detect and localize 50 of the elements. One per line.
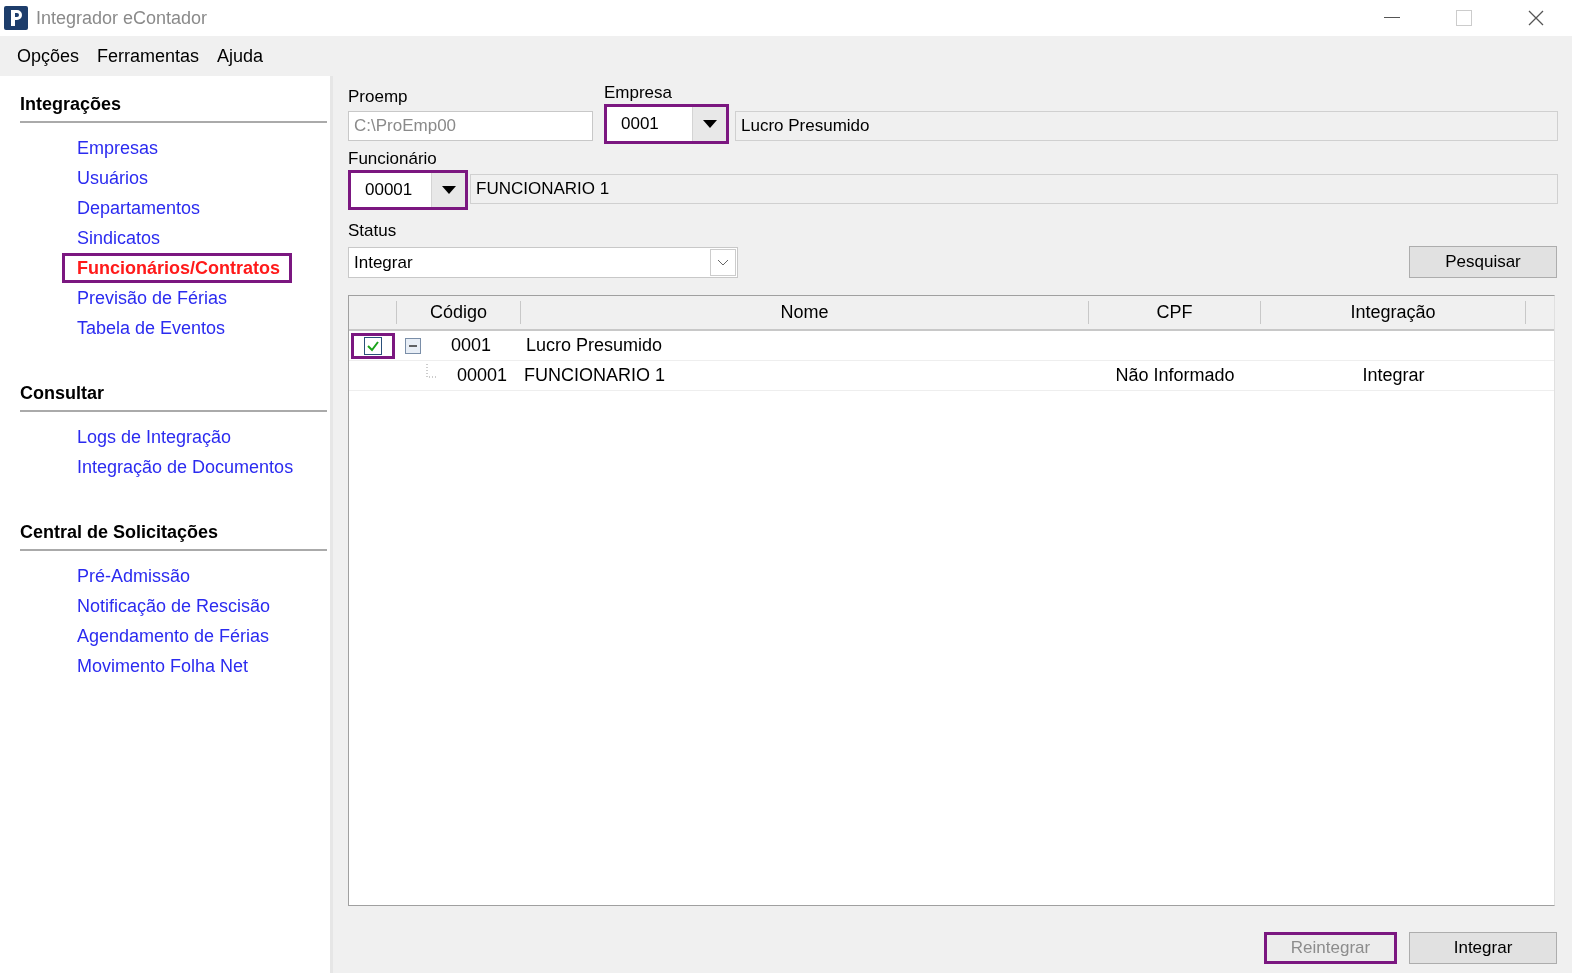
column-header[interactable]: Código xyxy=(397,301,521,324)
sidebar-link[interactable]: Notificação de Rescisão xyxy=(62,591,283,621)
section-heading: Integrações xyxy=(20,94,327,123)
tree-connector-icon xyxy=(426,363,438,378)
section-heading: Consultar xyxy=(20,383,327,412)
sidebar-link[interactable]: Departamentos xyxy=(62,193,213,223)
code-dropdown[interactable]: 0001 xyxy=(604,104,729,144)
sidebar-link[interactable]: Funcionários/Contratos xyxy=(62,253,292,283)
close-icon[interactable] xyxy=(1528,10,1544,26)
column-header[interactable]: Nome xyxy=(521,301,1089,324)
sidebar-link[interactable]: Pré-Admissão xyxy=(62,561,203,591)
sidebar-link[interactable]: Logs de Integração xyxy=(62,422,244,452)
chevron-down-icon xyxy=(717,259,729,266)
field-label: Funcionário xyxy=(348,148,437,170)
collapse-icon[interactable] xyxy=(405,337,421,354)
row-checkbox[interactable] xyxy=(364,336,382,355)
menu-item[interactable]: Opções xyxy=(8,45,89,67)
field-label: Status xyxy=(348,220,398,242)
company-name-field: Lucro Presumido xyxy=(735,111,1558,141)
sidebar-link[interactable]: Empresas xyxy=(62,133,171,163)
window-title: Integrador eContador xyxy=(36,7,209,29)
column-header[interactable]: Integração xyxy=(1261,301,1526,324)
table-cell: 0001 xyxy=(451,335,492,356)
table-cell: Não Informado xyxy=(1115,365,1235,386)
table-cell: FUNCIONARIO 1 xyxy=(524,365,665,386)
column-header[interactable]: CPF xyxy=(1089,301,1261,324)
field-label: Proemp xyxy=(348,86,409,108)
employee-name-field: FUNCIONARIO 1 xyxy=(470,174,1558,204)
caret-icon xyxy=(441,186,456,194)
sidebar-link[interactable]: Previsão de Férias xyxy=(62,283,240,313)
table-cell: Integrar xyxy=(1362,365,1425,386)
sidebar-link[interactable]: Sindicatos xyxy=(62,223,173,253)
sidebar-link[interactable]: Agendamento de Férias xyxy=(62,621,282,651)
search-button[interactable]: Pesquisar xyxy=(1409,246,1557,278)
section-heading: Central de Solicitações xyxy=(20,522,327,551)
menu-item[interactable]: Ferramentas xyxy=(88,45,209,67)
field-label: Empresa xyxy=(604,82,674,104)
sidebar-link[interactable]: Movimento Folha Net xyxy=(62,651,261,681)
caret-icon xyxy=(702,120,717,128)
app-logo-icon xyxy=(4,6,28,30)
sidebar-link[interactable]: Tabela de Eventos xyxy=(62,313,238,343)
table-cell: Lucro Presumido xyxy=(526,335,663,356)
minimize-icon[interactable] xyxy=(1384,17,1400,19)
sidebar-link[interactable]: Usuários xyxy=(62,163,161,193)
code-dropdown[interactable]: 00001 xyxy=(348,170,468,210)
action-button[interactable]: Integrar xyxy=(1409,932,1557,964)
sidebar-link[interactable]: Integração de Documentos xyxy=(62,452,306,482)
status-dropdown[interactable]: Integrar xyxy=(348,247,738,278)
table-cell: 00001 xyxy=(457,365,508,386)
menu-item[interactable]: Ajuda xyxy=(208,45,273,67)
